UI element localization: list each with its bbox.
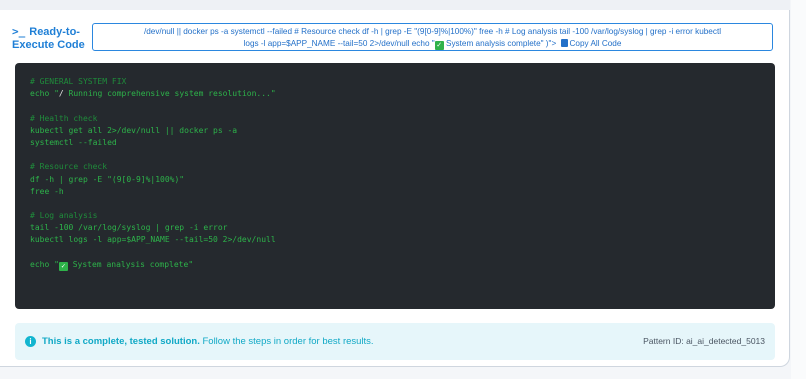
check-icon: ✓ bbox=[434, 41, 444, 50]
title-line-1: Ready-to- bbox=[29, 26, 80, 38]
info-bold: This is a complete, tested solution. bbox=[42, 336, 200, 347]
copy-button-label: Copy All Code bbox=[569, 39, 622, 48]
terminal-prompt-icon: >_ bbox=[12, 25, 26, 38]
code-text: echo " bbox=[30, 259, 59, 269]
info-icon: i bbox=[25, 336, 36, 347]
title-line-2: Execute Code bbox=[12, 39, 85, 51]
check-icon: ✓ bbox=[58, 261, 68, 271]
section-title: >_ Ready-to- Execute Code bbox=[12, 25, 94, 52]
code-line: kubectl get all 2>/dev/null || docker ps… bbox=[30, 125, 238, 135]
code-line: kubectl logs -l app=$APP_NAME --tail=50 … bbox=[30, 235, 276, 245]
code-block[interactable]: # GENERAL SYSTEM FIX echo "/ Running com… bbox=[15, 63, 775, 309]
code-line: echo "/ Running comprehensive system res… bbox=[30, 88, 775, 100]
code-line: # GENERAL SYSTEM FIX bbox=[30, 77, 127, 86]
right-gutter bbox=[791, 0, 806, 379]
info-banner: i This is a complete, tested solution. F… bbox=[15, 323, 775, 360]
code-line: df -h | grep -E "(9[0-9]%|100%)" bbox=[30, 174, 185, 184]
code-header: >_ Ready-to- Execute Code /dev/null || do… bbox=[12, 15, 777, 55]
code-line: systemctl --failed bbox=[30, 137, 117, 147]
code-line: # Log analysis bbox=[30, 211, 98, 221]
info-rest: Follow the steps in order for best resul… bbox=[199, 336, 374, 347]
copy-button-line-1: /dev/null || docker ps -a systemctl --fa… bbox=[143, 27, 722, 36]
info-text: This is a complete, tested solution. Fol… bbox=[42, 323, 374, 360]
code-text: System analysis complete" bbox=[67, 259, 194, 269]
code-line: tail -100 /var/log/syslog | grep -i erro… bbox=[30, 223, 228, 233]
code-text: Running comprehensive system resolution.… bbox=[63, 89, 276, 99]
code-text: echo " bbox=[30, 89, 59, 99]
copy-button-line-2-pre: logs -l app=$APP_NAME --tail=50 2>/dev/n… bbox=[243, 39, 435, 48]
pattern-id: Pattern ID: ai_ai_detected_5013 bbox=[643, 336, 765, 346]
code-line: free -h bbox=[30, 186, 64, 196]
copy-button-line-2-mid: System analysis complete" )"> bbox=[443, 39, 557, 48]
copy-all-code-button[interactable]: /dev/null || docker ps -a systemctl --fa… bbox=[92, 23, 773, 51]
code-line: # Resource check bbox=[30, 162, 108, 172]
code-line: echo " ✓ System analysis complete" bbox=[30, 259, 775, 271]
copy-icon bbox=[560, 39, 568, 47]
code-line: # Health check bbox=[30, 113, 98, 123]
